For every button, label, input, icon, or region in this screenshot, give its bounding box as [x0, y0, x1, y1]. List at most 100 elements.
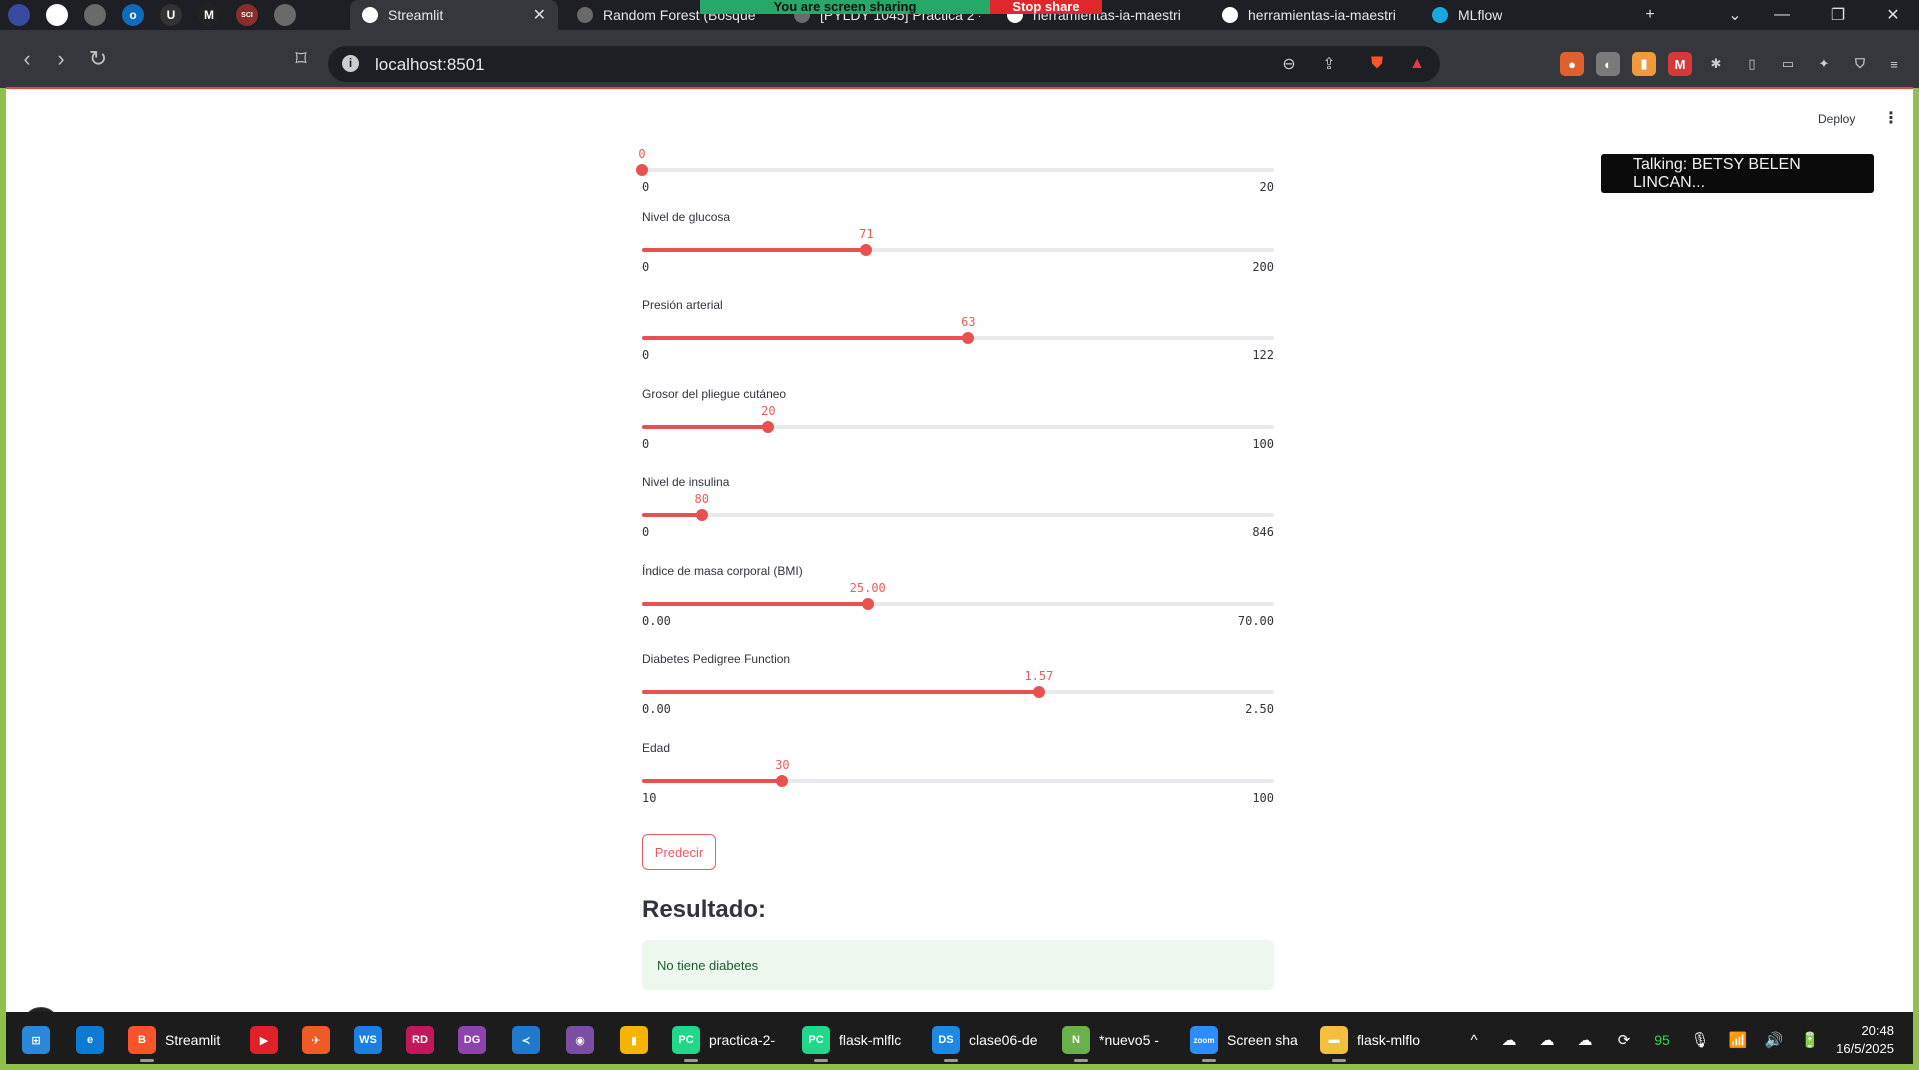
pinned-tabs: o U M SCI [0, 0, 304, 30]
onedrive-icon[interactable]: ☁ [1497, 1028, 1521, 1052]
onedrive-icon[interactable]: ☁ [1573, 1028, 1597, 1052]
taskbar-app[interactable]: ≺ [512, 1022, 540, 1058]
vpn-icon[interactable]: ⛉ [1848, 52, 1872, 76]
extensions-puzzle-icon[interactable]: ✱ [1704, 52, 1728, 76]
slider-thumb[interactable] [695, 509, 708, 521]
taskbar-app[interactable]: PC practica-2- [672, 1022, 775, 1062]
pinned-tab[interactable] [38, 0, 76, 30]
slider-track[interactable] [642, 509, 1274, 521]
m-extension-icon[interactable]: M [1668, 52, 1692, 76]
taskbar-app[interactable]: ✈ [302, 1022, 330, 1058]
slider-track[interactable] [642, 243, 1274, 256]
github-icon [1222, 7, 1238, 23]
taskbar-app[interactable]: PC flask-mlflc [802, 1022, 901, 1062]
zoom-out-icon[interactable]: ⊖ [1278, 53, 1300, 75]
taskbar-app[interactable]: WS [354, 1022, 382, 1058]
taskbar-app[interactable]: B Streamlit [128, 1022, 220, 1062]
slider-thumb[interactable] [636, 164, 648, 176]
slider-track[interactable] [642, 686, 1274, 698]
slider-track[interactable] [636, 164, 1274, 176]
battery-icon[interactable]: 🔋 [1798, 1028, 1822, 1052]
app-menu-icon[interactable]: ⋮ [1883, 108, 1899, 128]
maximize-button[interactable]: ❐ [1818, 0, 1858, 30]
back-arrow-icon[interactable]: ‹ [12, 44, 42, 74]
sync-icon[interactable]: ⟳ [1612, 1028, 1636, 1052]
zoom-icon: zoom [1190, 1026, 1218, 1054]
brave-icon: B [128, 1026, 156, 1054]
stop-share-button[interactable]: Stop share [990, 0, 1102, 14]
predict-button[interactable]: Predecir [642, 834, 716, 870]
pinned-tab[interactable]: M [190, 0, 228, 30]
pinned-tab[interactable]: SCI [228, 0, 266, 30]
slider-thumb[interactable] [1032, 686, 1045, 698]
taskbar-app[interactable]: ▶ [250, 1022, 278, 1058]
browser-tab[interactable]: Streamlit ✕ [350, 0, 558, 30]
microphone-icon[interactable]: 🎙 [1688, 1028, 1712, 1052]
taskbar-app[interactable]: DG [458, 1022, 486, 1058]
taskbar-app[interactable]: ▮ [620, 1022, 648, 1058]
slider-track[interactable] [642, 332, 1274, 344]
taskbar-app[interactable]: zoom Screen sha [1190, 1022, 1298, 1062]
tab-close-icon[interactable]: ✕ [533, 5, 546, 25]
slider-max-label: 20 [1259, 180, 1274, 194]
wifi-icon[interactable]: 📶 [1726, 1028, 1750, 1052]
cookie-extension-icon[interactable]: ● [1560, 52, 1584, 76]
slider-thumb[interactable] [962, 332, 975, 344]
taskbar-app[interactable]: ▬ flask-mlflo [1320, 1022, 1420, 1062]
pinned-tab[interactable] [266, 0, 304, 30]
taskbar-app[interactable]: ◉ [566, 1022, 594, 1058]
slider-widget: Diabetes Pedigree Function 1.57 0.00 2.50 [642, 652, 1274, 740]
slider-track[interactable] [642, 774, 1274, 787]
pinned-tab[interactable]: U [152, 0, 190, 30]
deploy-button[interactable]: Deploy [1818, 112, 1855, 126]
battery-percent-indicator[interactable]: 95 [1650, 1028, 1674, 1052]
slider-track[interactable] [642, 420, 1274, 433]
streamlit-crown-icon [362, 7, 378, 23]
reload-icon[interactable]: ↻ [83, 44, 113, 74]
wallet-icon[interactable]: ▭ [1776, 52, 1800, 76]
show-hidden-icons-icon[interactable]: ^ [1462, 1028, 1486, 1052]
close-window-button[interactable]: ✕ [1873, 0, 1913, 30]
slider-thumb[interactable] [860, 243, 873, 256]
mask-extension-icon[interactable]: ◐ [1596, 52, 1620, 76]
share-icon[interactable]: ⇪ [1318, 53, 1340, 75]
slider-value: 80 [694, 492, 709, 506]
leo-ai-icon[interactable]: ✦ [1812, 52, 1836, 76]
forward-arrow-icon[interactable]: › [46, 44, 76, 74]
slider-thumb[interactable] [861, 597, 874, 610]
taskbar-app[interactable]: e [76, 1022, 104, 1058]
slider-max-label: 70.00 [1237, 613, 1274, 628]
tab-list-dropdown-icon[interactable]: ⌄ [1715, 0, 1755, 30]
browser-menu-icon[interactable]: ≡ [1882, 52, 1906, 76]
minimize-button[interactable]: — [1762, 0, 1802, 30]
volume-icon[interactable]: 🔊 [1762, 1028, 1786, 1052]
browser-tab[interactable]: herramientas-ia-maestri [1210, 0, 1420, 30]
bookmark-icon[interactable]: ⌑ [286, 44, 316, 74]
brave-rewards-icon[interactable]: ▲ [1406, 53, 1428, 75]
onedrive-icon[interactable]: ☁ [1535, 1028, 1559, 1052]
screen-share-banner: You are screen sharing Stop share [700, 0, 1102, 14]
slider-min-label: 0 [642, 348, 650, 362]
slider-thumb[interactable] [776, 774, 789, 787]
address-bar[interactable]: i localhost:8501 ⊖ ⇪ ⛊ ▲ [328, 46, 1440, 82]
taskbar-app[interactable]: ⊞ [22, 1022, 50, 1058]
site-info-icon[interactable]: i [342, 55, 359, 72]
pinned-tab[interactable]: o [114, 0, 152, 30]
taskbar-app[interactable]: N *nuevo5 - [1062, 1022, 1159, 1062]
running-indicator [1074, 1059, 1088, 1062]
slider-track[interactable] [642, 597, 1274, 610]
pinned-tab[interactable] [0, 0, 38, 30]
pinned-tab[interactable] [76, 0, 114, 30]
browser-tab[interactable]: MLflow [1420, 0, 1620, 30]
slider-thumb[interactable] [762, 420, 775, 433]
sidebar-toggle-icon[interactable]: ▯ [1740, 52, 1764, 76]
taskbar-app[interactable]: RD [406, 1022, 434, 1058]
system-clock[interactable]: 20:48 16/5/2025 [1830, 1022, 1894, 1058]
brave-shields-icon[interactable]: ⛊ [1366, 53, 1388, 75]
dropper-extension-icon[interactable]: ▮ [1632, 52, 1656, 76]
slider-min-label: 0 [642, 259, 650, 274]
new-tab-button[interactable]: + [1630, 0, 1670, 30]
taskbar-app[interactable]: DS clase06-de [932, 1022, 1038, 1062]
slider-fill [642, 601, 868, 606]
address-url: localhost:8501 [375, 55, 485, 74]
